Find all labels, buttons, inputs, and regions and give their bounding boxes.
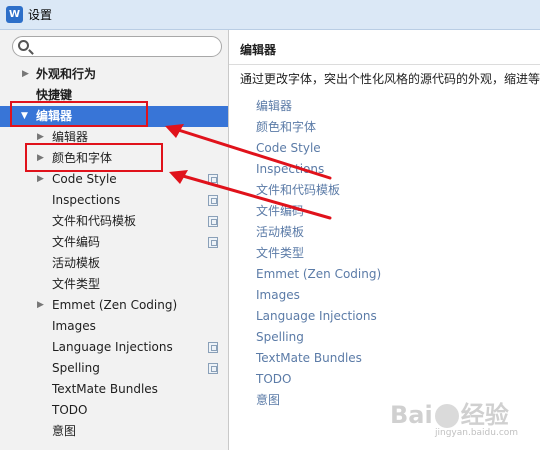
tree-item-label: TODO [52, 403, 88, 417]
link-emmet[interactable]: Emmet (Zen Coding) [256, 264, 381, 285]
watermark: Bai 经验 [390, 395, 509, 430]
link-intentions[interactable]: 意图 [256, 390, 381, 411]
tree-item-label: Images [52, 319, 96, 333]
tree-item-intentions[interactable]: 意图 [0, 421, 228, 442]
callout-box-colors-fonts [25, 143, 163, 172]
search-icon [18, 40, 29, 51]
tree-item-label: TextMate Bundles [52, 382, 158, 396]
settings-content-pane: 编辑器 通过更改字体，突出个性化风格的源代码的外观，缩进等 编辑器 颜色和字体 … [229, 30, 540, 450]
expand-arrow-icon[interactable]: ▶ [37, 295, 44, 316]
section-title: 编辑器 [240, 43, 277, 57]
search-input[interactable] [35, 39, 215, 54]
project-scope-icon [208, 195, 218, 206]
tree-item-inspections[interactable]: Inspections [0, 190, 228, 211]
project-scope-icon [208, 216, 218, 227]
tree-item-live-templates[interactable]: 活动模板 [0, 253, 228, 274]
link-file-templates[interactable]: 文件和代码模板 [256, 180, 381, 201]
project-scope-icon [208, 237, 218, 248]
link-images[interactable]: Images [256, 285, 381, 306]
project-scope-icon [208, 174, 218, 185]
link-inspections[interactable]: Inspections [256, 159, 381, 180]
tree-item-file-templates[interactable]: 文件和代码模板 [0, 211, 228, 232]
settings-nav-pane: ▶ 外观和行为 快捷键 ▼ 编辑器 ▶ 编辑器 ▶ 颜色和字体 ▶ Code S… [0, 30, 229, 450]
tree-item-language-injections[interactable]: Language Injections [0, 337, 228, 358]
section-description: 通过更改字体，突出个性化风格的源代码的外观，缩进等 [240, 72, 540, 86]
tree-item-appearance[interactable]: ▶ 外观和行为 [0, 64, 228, 85]
link-code-style[interactable]: Code Style [256, 138, 381, 159]
tree-item-label: Spelling [52, 361, 100, 375]
link-file-encodings[interactable]: 文件编码 [256, 201, 381, 222]
tree-item-label: Inspections [52, 193, 121, 207]
tree-item-label: Code Style [52, 172, 117, 186]
tree-item-label: 意图 [52, 424, 77, 438]
tree-item-images[interactable]: Images [0, 316, 228, 337]
link-language-injections[interactable]: Language Injections [256, 306, 381, 327]
tree-item-todo[interactable]: TODO [0, 400, 228, 421]
watermark-url: jingyan.baidu.com [435, 428, 519, 438]
search-box[interactable] [12, 36, 222, 57]
tree-item-label: 外观和行为 [36, 67, 97, 81]
watermark-text-2: 经验 [460, 401, 509, 429]
tree-item-code-style[interactable]: ▶ Code Style [0, 169, 228, 190]
link-textmate[interactable]: TextMate Bundles [256, 348, 381, 369]
link-spelling[interactable]: Spelling [256, 327, 381, 348]
tree-item-label: 活动模板 [52, 256, 101, 270]
link-editor-general[interactable]: 编辑器 [256, 96, 381, 117]
tree-item-label: 文件类型 [52, 277, 101, 291]
paw-logo-icon [434, 404, 459, 428]
link-live-templates[interactable]: 活动模板 [256, 222, 381, 243]
tree-item-spelling[interactable]: Spelling [0, 358, 228, 379]
tree-item-label: Language Injections [52, 340, 173, 354]
tree-item-file-encodings[interactable]: 文件编码 [0, 232, 228, 253]
app-logo-icon: W [6, 6, 23, 23]
expand-arrow-icon[interactable]: ▶ [22, 64, 29, 85]
expand-arrow-icon[interactable]: ▶ [37, 169, 44, 190]
tree-item-label: Emmet (Zen Coding) [52, 298, 178, 312]
title-bar: W 设置 [0, 0, 540, 30]
tree-item-file-types[interactable]: 文件类型 [0, 274, 228, 295]
divider [229, 64, 540, 65]
callout-box-editor [10, 101, 148, 127]
tree-item-label: 文件和代码模板 [52, 214, 137, 228]
tree-item-label: 文件编码 [52, 235, 101, 249]
tree-item-textmate[interactable]: TextMate Bundles [0, 379, 228, 400]
window-title: 设置 [28, 8, 53, 22]
project-scope-icon [208, 363, 218, 374]
link-todo[interactable]: TODO [256, 369, 381, 390]
project-scope-icon [208, 342, 218, 353]
subsection-links: 编辑器 颜色和字体 Code Style Inspections 文件和代码模板… [256, 96, 381, 411]
watermark-text: Bai [390, 401, 433, 429]
link-file-types[interactable]: 文件类型 [256, 243, 381, 264]
link-colors-fonts[interactable]: 颜色和字体 [256, 117, 381, 138]
tree-item-emmet[interactable]: ▶ Emmet (Zen Coding) [0, 295, 228, 316]
